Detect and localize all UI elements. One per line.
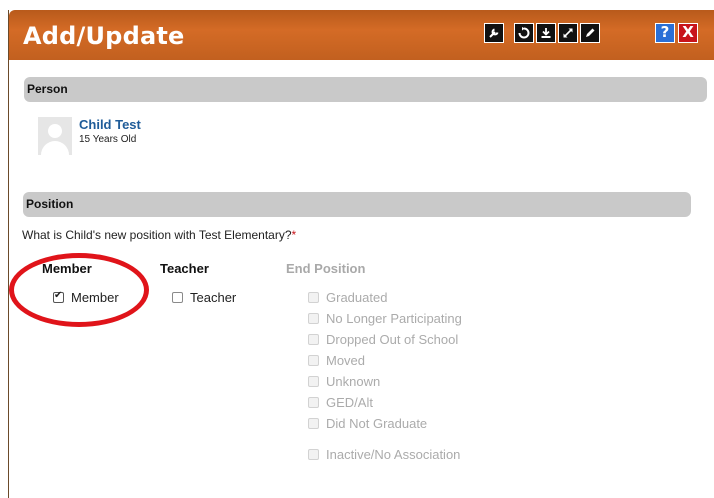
- close-button[interactable]: X: [678, 23, 698, 43]
- person-section-label: Person: [27, 82, 68, 96]
- end-option-graduated[interactable]: Graduated: [308, 290, 387, 305]
- did-not-graduate-label: Did Not Graduate: [326, 416, 428, 431]
- avatar: [38, 117, 72, 155]
- end-option-dropped-out[interactable]: Dropped Out of School: [308, 332, 458, 347]
- inactive-checkbox[interactable]: [308, 449, 319, 460]
- did-not-graduate-checkbox[interactable]: [308, 418, 319, 429]
- position-question: What is Child's new position with Test E…: [22, 228, 296, 242]
- end-option-inactive[interactable]: Inactive/No Association: [308, 447, 460, 462]
- ged-alt-label: GED/Alt: [326, 395, 373, 410]
- no-longer-participating-label: No Longer Participating: [326, 311, 462, 326]
- teacher-checkbox[interactable]: [172, 292, 183, 303]
- position-section-label: Position: [26, 197, 74, 211]
- end-option-moved[interactable]: Moved: [308, 353, 365, 368]
- unknown-checkbox[interactable]: [308, 376, 319, 387]
- position-section-header: Position: [23, 192, 691, 217]
- expand-icon[interactable]: [558, 23, 578, 43]
- question-text: What is Child's new position with Test E…: [22, 228, 292, 242]
- ged-alt-checkbox[interactable]: [308, 397, 319, 408]
- help-button[interactable]: ?: [655, 23, 675, 43]
- inactive-label: Inactive/No Association: [326, 447, 461, 462]
- graduated-label: Graduated: [326, 290, 388, 305]
- required-marker: *: [291, 228, 297, 242]
- edit-icon[interactable]: [580, 23, 600, 43]
- avatar-body-icon: [41, 141, 69, 155]
- dropped-out-label: Dropped Out of School: [326, 332, 459, 347]
- end-option-did-not-graduate[interactable]: Did Not Graduate: [308, 416, 427, 431]
- moved-checkbox[interactable]: [308, 355, 319, 366]
- graduated-checkbox[interactable]: [308, 292, 319, 303]
- end-option-ged-alt[interactable]: GED/Alt: [308, 395, 373, 410]
- person-age: 15 Years Old: [79, 134, 137, 145]
- annotation-highlight-circle: [9, 253, 149, 327]
- end-option-unknown[interactable]: Unknown: [308, 374, 380, 389]
- no-longer-participating-checkbox[interactable]: [308, 313, 319, 324]
- teacher-checkbox-option[interactable]: Teacher: [172, 290, 236, 305]
- unknown-label: Unknown: [326, 374, 381, 389]
- refresh-icon[interactable]: [514, 23, 534, 43]
- teacher-column-header: Teacher: [160, 261, 209, 276]
- dialog-title: Add/Update: [23, 22, 185, 50]
- person-section-header: Person: [24, 77, 707, 102]
- person-name-link[interactable]: Child Test: [79, 117, 141, 132]
- dialog-titlebar: Add/Update ? X: [9, 10, 714, 60]
- end-position-column-header: End Position: [286, 261, 366, 276]
- moved-label: Moved: [326, 353, 366, 368]
- teacher-checkbox-label: Teacher: [190, 290, 237, 305]
- download-icon[interactable]: [536, 23, 556, 43]
- end-option-no-longer-participating[interactable]: No Longer Participating: [308, 311, 462, 326]
- wrench-icon[interactable]: [484, 23, 504, 43]
- avatar-head-icon: [48, 124, 62, 138]
- dropped-out-checkbox[interactable]: [308, 334, 319, 345]
